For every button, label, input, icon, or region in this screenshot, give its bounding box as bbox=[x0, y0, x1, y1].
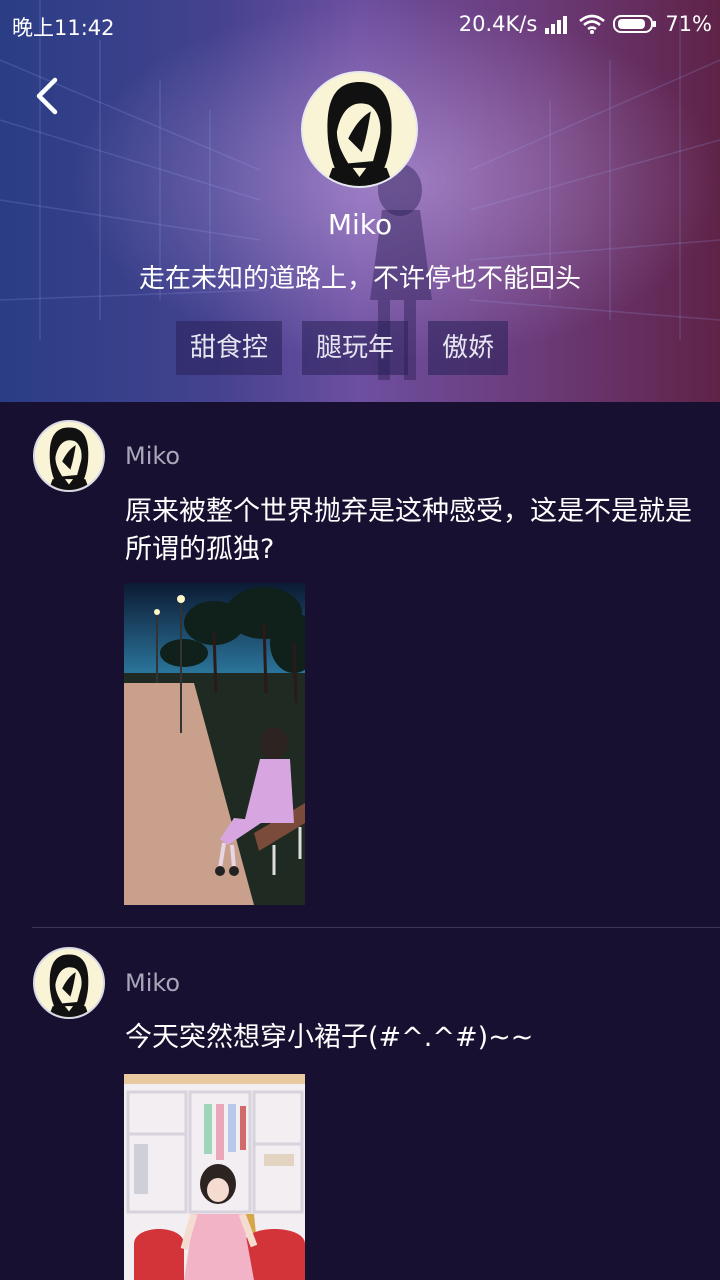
status-time: 晚上11:42 bbox=[12, 16, 115, 40]
avatar-silhouette-icon bbox=[35, 422, 103, 490]
tag-item[interactable]: 傲娇 bbox=[428, 321, 509, 375]
wifi-icon bbox=[579, 14, 606, 34]
profile-tags: 甜食控 腿玩年 傲娇 bbox=[176, 321, 509, 375]
post-author: Miko bbox=[125, 969, 181, 997]
post-text: 今天突然想穿小裙子(#^.^#)~~ bbox=[125, 1022, 534, 1053]
profile-bio: 走在未知的道路上，不许停也不能回头 bbox=[138, 264, 581, 294]
status-indicators: 20.4K/s 71% bbox=[459, 12, 712, 36]
post-image[interactable] bbox=[124, 583, 305, 905]
avatar-silhouette-icon bbox=[35, 949, 103, 1017]
status-bar: 晚上11:42 20.4K/s 71% bbox=[0, 0, 720, 50]
post-text: 原来被整个世界抛弃是这种感受，这是不是就是所谓的孤独? bbox=[125, 496, 692, 565]
post-author: Miko bbox=[125, 442, 181, 470]
post-image[interactable] bbox=[124, 1074, 305, 1280]
tag-item[interactable]: 甜食控 bbox=[176, 321, 283, 375]
network-speed: 20.4K/s bbox=[458, 12, 538, 36]
signal-icon bbox=[545, 14, 571, 34]
post-divider bbox=[32, 927, 720, 928]
profile-header: 晚上11:42 20.4K/s 71% Miko 走在未知的道路上，不许停也不能… bbox=[0, 0, 720, 402]
tag-item[interactable]: 腿玩年 bbox=[302, 321, 409, 375]
profile-avatar[interactable] bbox=[301, 71, 418, 188]
post-avatar[interactable] bbox=[33, 947, 105, 1019]
profile-name: Miko bbox=[327, 208, 393, 241]
back-button[interactable] bbox=[28, 72, 68, 120]
battery-level: 71% bbox=[665, 12, 712, 36]
avatar-silhouette-icon bbox=[303, 73, 416, 186]
post-avatar[interactable] bbox=[33, 420, 105, 492]
chevron-left-icon bbox=[36, 77, 58, 115]
battery-icon bbox=[613, 14, 657, 34]
